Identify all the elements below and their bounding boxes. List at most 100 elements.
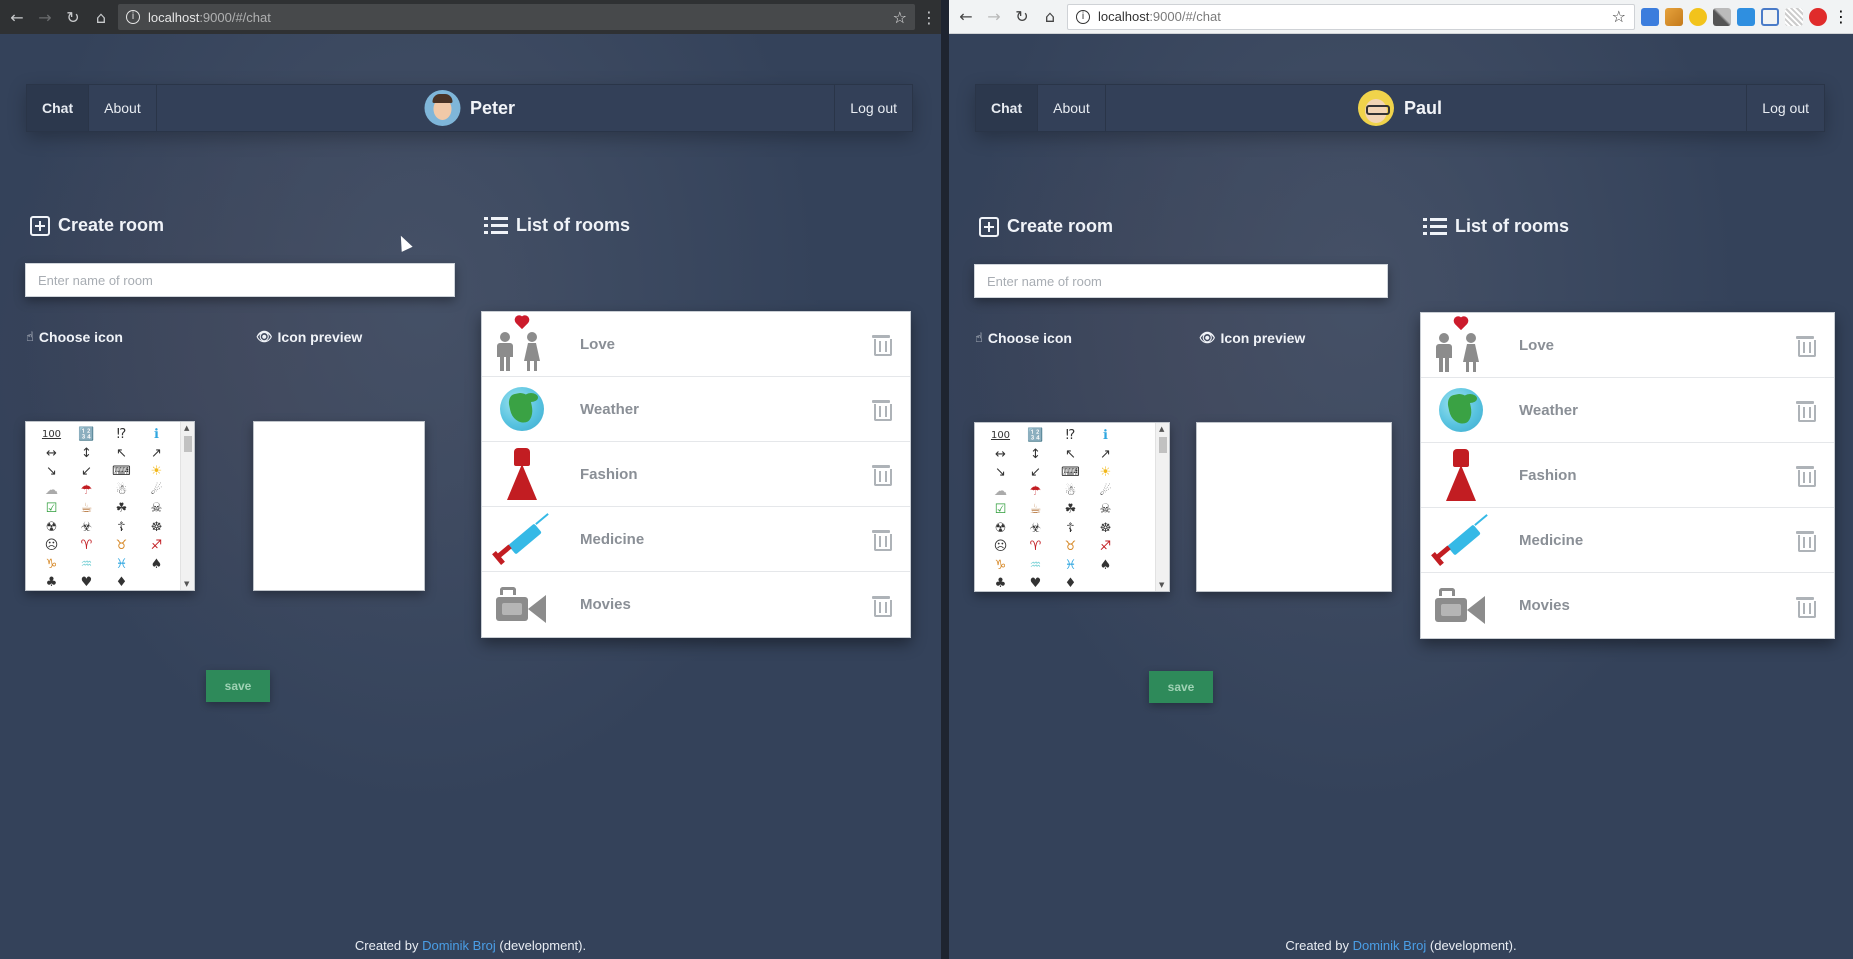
extension-icon-beta[interactable] <box>1737 7 1755 26</box>
icon-choice[interactable]: ☃ <box>1053 483 1088 502</box>
icon-choice[interactable]: ♦ <box>104 574 139 590</box>
reload-icon[interactable]: ↻ <box>62 6 84 28</box>
save-button[interactable]: save <box>206 670 270 702</box>
icon-choice[interactable]: ♒ <box>69 556 104 575</box>
logout-link[interactable]: Log out <box>1746 85 1824 131</box>
room-name[interactable]: Love <box>580 336 615 353</box>
icon-choice[interactable]: ℹ <box>139 426 174 445</box>
scroll-down-icon[interactable]: ▼ <box>1159 581 1164 589</box>
trash-icon[interactable] <box>872 463 892 486</box>
room-name[interactable]: Medicine <box>1519 532 1583 549</box>
opera-icon[interactable] <box>1809 7 1827 26</box>
trash-icon[interactable] <box>1796 595 1816 618</box>
icon-choice[interactable]: ☀ <box>139 463 174 482</box>
trash-icon[interactable] <box>872 333 892 356</box>
extension-icon-3[interactable] <box>1689 7 1707 26</box>
icon-choice[interactable]: ☘ <box>104 500 139 519</box>
back-icon[interactable]: ← <box>6 6 28 28</box>
icon-choice[interactable]: ♦ <box>1053 575 1088 591</box>
trash-icon[interactable] <box>1796 464 1816 487</box>
icon-choice[interactable]: ☁ <box>983 483 1018 502</box>
icon-choice[interactable]: ↘ <box>34 463 69 482</box>
trash-icon[interactable] <box>1796 529 1816 552</box>
icon-choice[interactable]: 🔢 <box>1018 427 1053 446</box>
reload-icon[interactable]: ↻ <box>1011 6 1033 28</box>
icon-choice[interactable]: ☦ <box>1053 520 1088 539</box>
trash-icon[interactable] <box>872 528 892 551</box>
icon-picker-scrollbar[interactable]: ▲ ▼ <box>180 422 194 590</box>
icon-choice[interactable]: ♐ <box>139 537 174 556</box>
logout-link[interactable]: Log out <box>834 85 912 131</box>
bookmark-star-icon[interactable]: ☆ <box>1612 7 1626 26</box>
room-name[interactable]: Movies <box>1519 597 1570 614</box>
icon-choice[interactable]: ↖ <box>104 445 139 464</box>
icon-choice[interactable]: ☕ <box>69 500 104 519</box>
icon-picker-list[interactable]: 100 🔢 ⁉ ℹ ↔ ↕ ↖ ↗ ↘ ↙ ⌨ ☀ ☁ ☂ ☃ ☄ ☑ ☕ ☘ ☠ ☢ ☣ ☦ ☸ ☹ ♈ ♉ ♐ ♑ ♒ ♓ ♠ ♣ ♥ ♦ ▲ … <box>25 421 195 591</box>
icon-choice[interactable]: ⁉ <box>1053 427 1088 446</box>
author-link[interactable]: Dominik Broj <box>1353 938 1427 953</box>
browser-menu-icon[interactable]: ⋮ <box>1833 7 1849 26</box>
icon-picker-list[interactable]: 100 🔢 ⁉ ℹ ↔ ↕ ↖ ↗ ↘ ↙ ⌨ ☀ ☁ ☂ ☃ ☄ ☑ ☕ ☘ ☠ ☢ ☣ ☦ ☸ ☹ ♈ ♉ ♐ ♑ ♒ ♓ ♠ ♣ ♥ ♦ ▲ … <box>974 422 1170 592</box>
nav-chat-link[interactable]: Chat <box>27 85 90 131</box>
room-row[interactable]: Medicine <box>1421 508 1834 573</box>
room-row[interactable]: Movies <box>482 572 910 637</box>
room-row[interactable]: Fashion <box>1421 443 1834 508</box>
icon-choice[interactable]: ♉ <box>1053 538 1088 557</box>
icon-choice[interactable]: ♈ <box>69 537 104 556</box>
nav-about-link[interactable]: About <box>1038 85 1106 131</box>
icon-choice[interactable]: ↙ <box>69 463 104 482</box>
info-icon[interactable]: i <box>1076 9 1090 24</box>
room-name[interactable]: Weather <box>1519 402 1578 419</box>
room-row[interactable]: Medicine <box>482 507 910 572</box>
scroll-down-icon[interactable]: ▼ <box>184 580 189 588</box>
forward-icon[interactable]: → <box>983 6 1005 28</box>
author-link[interactable]: Dominik Broj <box>422 938 496 953</box>
address-bar[interactable]: i localhost:9000/#/chat ☆ <box>1067 3 1635 30</box>
room-name-input[interactable] <box>25 263 455 297</box>
extension-icon-2[interactable] <box>1665 7 1683 26</box>
address-bar[interactable]: i localhost:9000/#/chat ☆ <box>118 4 915 30</box>
icon-choice[interactable]: ♓ <box>1053 557 1088 576</box>
bookmark-star-icon[interactable]: ☆ <box>893 8 907 27</box>
room-name[interactable]: Fashion <box>580 466 638 483</box>
icon-choice[interactable]: ⌨ <box>1053 464 1088 483</box>
icon-choice[interactable]: 100 <box>34 426 69 445</box>
trash-icon[interactable] <box>872 594 892 617</box>
icon-choice[interactable]: ☑ <box>34 500 69 519</box>
icon-choice[interactable]: ☠ <box>1088 501 1123 520</box>
room-name[interactable]: Love <box>1519 337 1554 354</box>
screen-capture-icon[interactable] <box>1761 7 1779 26</box>
icon-choice[interactable]: ♓ <box>104 556 139 575</box>
icon-choice[interactable]: ↘ <box>983 464 1018 483</box>
icon-choice[interactable]: ↙ <box>1018 464 1053 483</box>
room-row[interactable]: Love <box>482 312 910 377</box>
icon-choice[interactable]: ☸ <box>1088 520 1123 539</box>
icon-choice[interactable]: 🔢 <box>69 426 104 445</box>
nav-about-link[interactable]: About <box>89 85 157 131</box>
home-icon[interactable]: ⌂ <box>90 6 112 28</box>
icon-choice[interactable]: ☀ <box>1088 464 1123 483</box>
icon-choice[interactable]: 100 <box>983 427 1018 446</box>
icon-choice[interactable]: ☃ <box>104 482 139 501</box>
icon-choice[interactable]: ↖ <box>1053 446 1088 465</box>
scroll-thumb[interactable] <box>1159 437 1167 453</box>
icon-choice[interactable]: ☕ <box>1018 501 1053 520</box>
icon-choice[interactable]: ☸ <box>139 519 174 538</box>
icon-choice[interactable]: ☘ <box>1053 501 1088 520</box>
icon-choice[interactable]: ℹ <box>1088 427 1123 446</box>
trash-icon[interactable] <box>1796 334 1816 357</box>
icon-choice[interactable]: ☹ <box>983 538 1018 557</box>
room-row[interactable]: Weather <box>1421 378 1834 443</box>
room-row[interactable]: Movies <box>1421 573 1834 638</box>
back-icon[interactable]: ← <box>955 6 977 28</box>
icon-choice[interactable]: ♠ <box>1088 557 1123 576</box>
icon-choice[interactable]: ☦ <box>104 519 139 538</box>
icon-choice[interactable]: ↗ <box>1088 446 1123 465</box>
icon-choice[interactable]: ♣ <box>983 575 1018 591</box>
icon-choice[interactable]: ↔ <box>34 445 69 464</box>
icon-choice[interactable]: ♈ <box>1018 538 1053 557</box>
icon-choice[interactable]: ☢ <box>34 519 69 538</box>
icon-choice[interactable]: ♐ <box>1088 538 1123 557</box>
room-name[interactable]: Medicine <box>580 531 644 548</box>
icon-choice[interactable]: ☂ <box>1018 483 1053 502</box>
